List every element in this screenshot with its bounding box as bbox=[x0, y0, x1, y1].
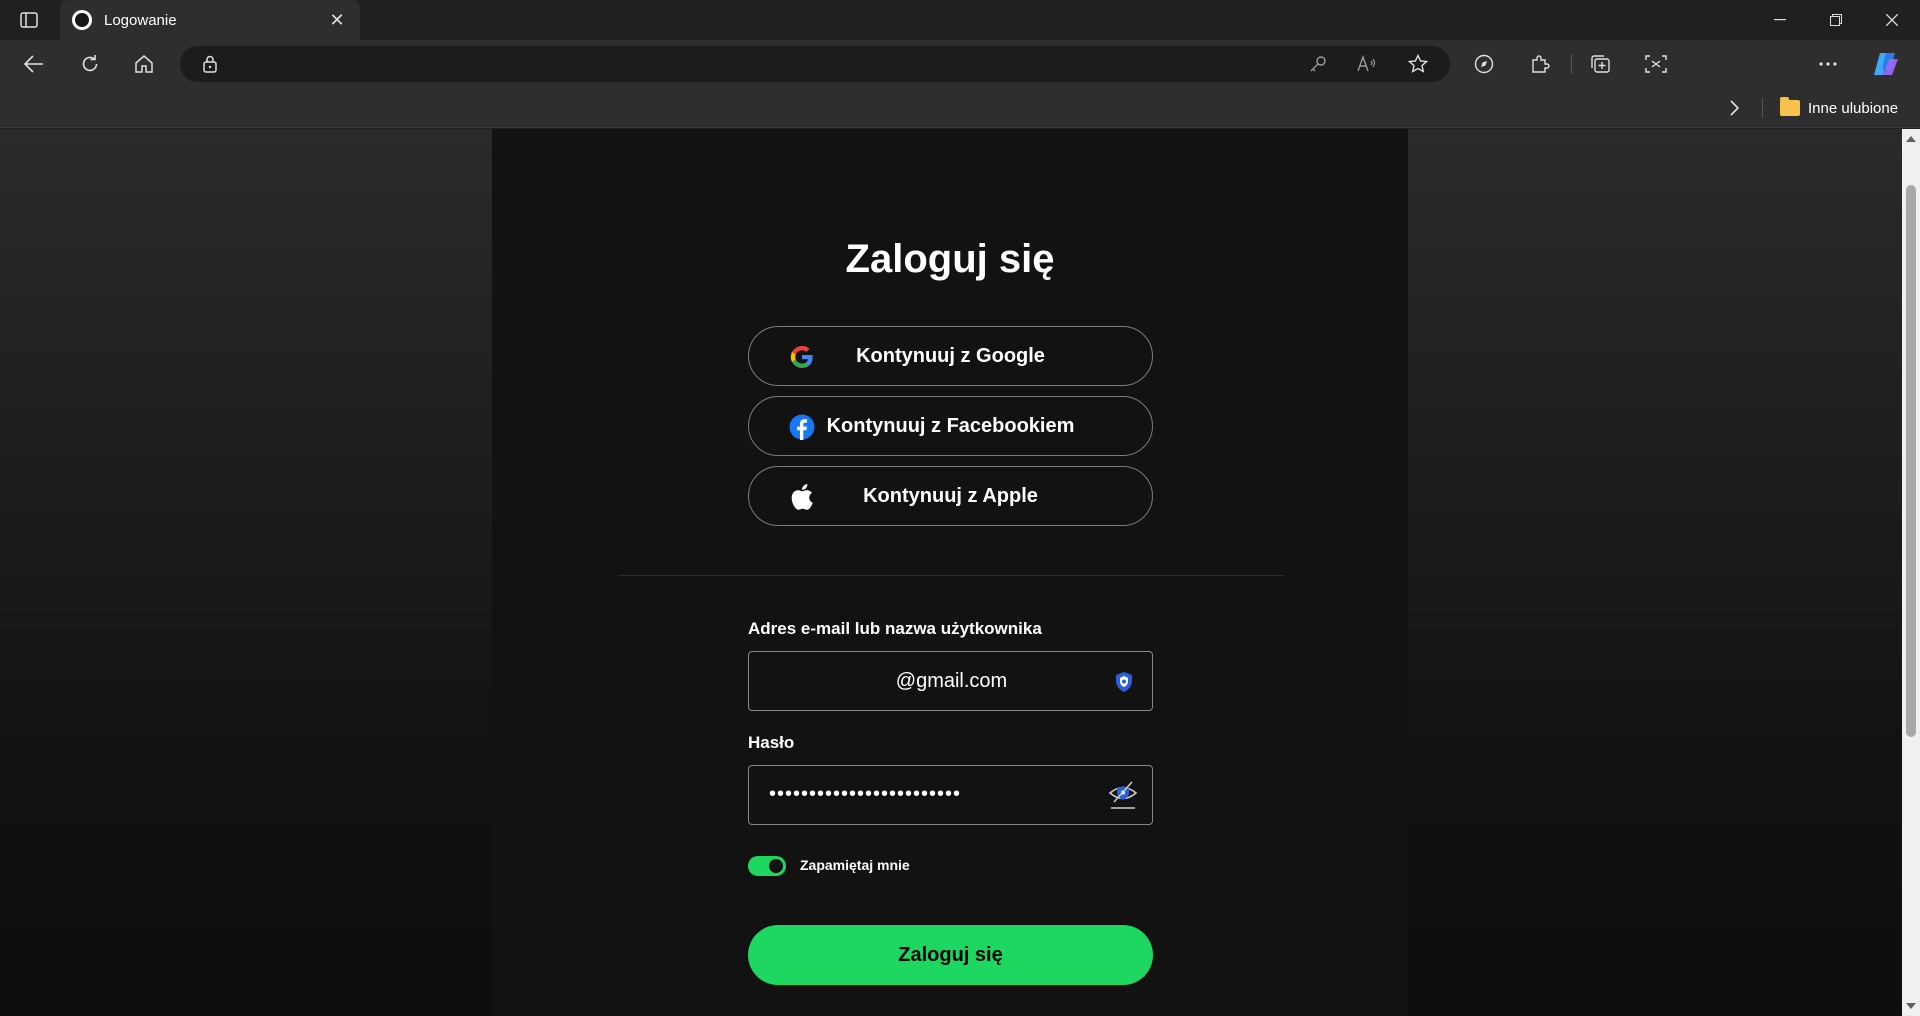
scroll-down-icon[interactable] bbox=[1902, 998, 1920, 1014]
login-button[interactable]: Zaloguj się bbox=[748, 925, 1153, 985]
screenshot-icon[interactable] bbox=[1640, 48, 1672, 80]
address-bar[interactable] bbox=[180, 46, 1450, 82]
page-viewport: Zaloguj się Kontynuuj z Google Kontynuuj… bbox=[0, 129, 1902, 1016]
scrollbar-thumb[interactable] bbox=[1906, 185, 1916, 737]
chevron-right-icon[interactable] bbox=[1722, 96, 1746, 120]
email-field[interactable]: @gmail.com bbox=[748, 651, 1153, 711]
copilot-icon[interactable] bbox=[1870, 48, 1902, 80]
back-icon[interactable] bbox=[18, 48, 50, 80]
favorite-star-icon[interactable] bbox=[1402, 48, 1434, 80]
apple-icon bbox=[789, 484, 815, 510]
show-password-eye-icon[interactable] bbox=[1108, 780, 1138, 810]
window-controls bbox=[1752, 0, 1920, 40]
google-icon bbox=[789, 344, 815, 370]
browser-tab[interactable]: Logowanie ✕ bbox=[60, 0, 360, 40]
close-window-icon[interactable] bbox=[1864, 0, 1920, 40]
remember-me-toggle[interactable] bbox=[748, 856, 786, 876]
tab-close-icon[interactable]: ✕ bbox=[326, 10, 348, 31]
browser-titlebar: Logowanie ✕ bbox=[0, 0, 1920, 40]
more-options-icon[interactable] bbox=[1812, 48, 1844, 80]
email-value: @gmail.com bbox=[895, 670, 1008, 692]
restore-icon[interactable] bbox=[1808, 0, 1864, 40]
tab-actions-icon[interactable] bbox=[14, 9, 44, 31]
password-label: Hasło bbox=[748, 733, 795, 752]
remember-me-label: Zapamiętaj mnie bbox=[800, 857, 910, 873]
section-divider bbox=[618, 575, 1284, 576]
continue-apple-button[interactable]: Kontynuuj z Apple bbox=[748, 466, 1153, 526]
read-aloud-icon[interactable] bbox=[1352, 48, 1384, 80]
browser-toolbar bbox=[0, 40, 1920, 88]
minimize-icon[interactable] bbox=[1752, 0, 1808, 40]
toggle-knob bbox=[769, 859, 783, 873]
continue-facebook-button[interactable]: Kontynuuj z Facebookiem bbox=[748, 396, 1153, 456]
email-label: Adres e-mail lub nazwa użytkownika bbox=[748, 619, 1042, 638]
tab-title: Logowanie bbox=[104, 11, 177, 29]
password-manager-shield-icon[interactable] bbox=[1112, 670, 1136, 694]
facebook-icon bbox=[789, 414, 815, 440]
favorites-folder-label: Inne ulubione bbox=[1808, 99, 1899, 117]
lock-icon[interactable] bbox=[194, 48, 226, 80]
scroll-up-icon[interactable] bbox=[1902, 131, 1920, 147]
home-icon[interactable] bbox=[128, 48, 160, 80]
password-value: •••••••••••••••••••••••• bbox=[769, 783, 962, 805]
collections-icon[interactable] bbox=[1584, 48, 1616, 80]
page-title: Zaloguj się bbox=[845, 237, 1055, 281]
login-card: Zaloguj się Kontynuuj z Google Kontynuuj… bbox=[492, 129, 1408, 1016]
favorites-bar: Inne ulubione bbox=[0, 88, 1920, 128]
password-field[interactable]: •••••••••••••••••••••••• bbox=[748, 765, 1153, 825]
password-key-icon[interactable] bbox=[1302, 48, 1334, 80]
refresh-icon[interactable] bbox=[74, 48, 106, 80]
spotify-favicon-icon bbox=[72, 10, 92, 30]
browser-essentials-icon[interactable] bbox=[1468, 48, 1500, 80]
page-scrollbar[interactable] bbox=[1902, 129, 1920, 1016]
continue-google-button[interactable]: Kontynuuj z Google bbox=[748, 326, 1153, 386]
toolbar-separator bbox=[1571, 54, 1572, 74]
favorites-separator bbox=[1762, 98, 1763, 118]
extensions-icon[interactable] bbox=[1524, 48, 1556, 80]
favorites-folder-other[interactable]: Inne ulubione bbox=[1780, 96, 1898, 120]
folder-icon bbox=[1780, 97, 1800, 116]
